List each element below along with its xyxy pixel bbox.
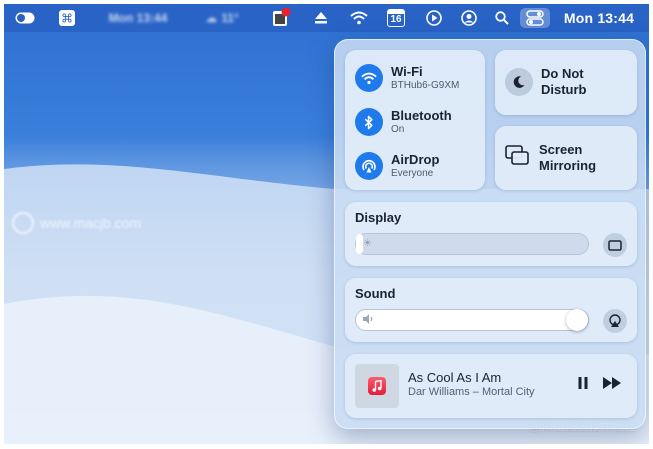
control-center-panel: Wi-Fi BTHub6-G9XM Bluetooth On AirDrop E… bbox=[334, 39, 646, 429]
mirroring-label-line2: Mirroring bbox=[539, 158, 597, 173]
network-tile: Wi-Fi BTHub6-G9XM Bluetooth On AirDrop E… bbox=[345, 50, 485, 190]
sun-icon: ☀ bbox=[363, 238, 372, 249]
airdrop-title: AirDrop bbox=[391, 152, 440, 167]
display-settings-button[interactable] bbox=[603, 233, 627, 257]
bluetooth-status: On bbox=[391, 124, 405, 135]
watermark-text: www.macjb.com bbox=[40, 215, 142, 231]
display-title: Display bbox=[355, 210, 402, 225]
volume-slider[interactable] bbox=[355, 309, 589, 331]
spotlight-search-icon[interactable] bbox=[491, 8, 513, 28]
screen-mirroring-icon bbox=[505, 145, 529, 172]
volume-slider-knob[interactable] bbox=[566, 309, 588, 331]
menu-bar: ⌘ Mon 13:44 ☁ 11° 16 Mon 13:44 bbox=[4, 4, 649, 32]
now-playing-tile: As Cool As I Am Dar Williams – Mortal Ci… bbox=[345, 354, 637, 418]
moon-icon bbox=[505, 68, 533, 96]
weather-menu[interactable]: ☁ 11° bbox=[194, 8, 250, 28]
bluetooth-toggle[interactable]: Bluetooth On bbox=[355, 108, 452, 136]
volume-slider-fill bbox=[356, 310, 582, 330]
menubar-clock[interactable]: Mon 13:44 bbox=[556, 8, 642, 28]
dnd-label-line1: Do Not bbox=[541, 66, 584, 81]
play-circle-icon[interactable] bbox=[423, 8, 445, 28]
dnd-label-line2: Disturb bbox=[541, 82, 587, 97]
sound-title: Sound bbox=[355, 286, 396, 301]
watermark-logo-icon bbox=[12, 212, 34, 234]
watermark: www.macjb.com bbox=[12, 212, 141, 234]
mirroring-label-line1: Screen bbox=[539, 142, 583, 157]
screen-mirroring-tile[interactable]: Screen Mirroring bbox=[495, 126, 637, 190]
bluetooth-icon bbox=[355, 108, 383, 136]
blurred-date-text: Mon 13:44 bbox=[108, 11, 168, 25]
wifi-status-icon[interactable] bbox=[347, 8, 371, 28]
pause-button[interactable] bbox=[577, 376, 589, 390]
wifi-network-name: BTHub6-G9XM bbox=[391, 80, 460, 91]
display-tile: Display ☀ bbox=[345, 202, 637, 266]
airdrop-icon bbox=[355, 152, 383, 180]
bluetooth-title: Bluetooth bbox=[391, 108, 452, 123]
svg-text:⌘: ⌘ bbox=[61, 12, 73, 26]
brightness-slider-fill bbox=[356, 234, 363, 254]
wifi-toggle[interactable]: Wi-Fi BTHub6-G9XM bbox=[355, 64, 459, 92]
cloud-icon: ☁ bbox=[205, 11, 218, 25]
display-icon bbox=[608, 239, 622, 251]
pause-icon bbox=[578, 377, 588, 389]
weather-temperature: 11° bbox=[221, 11, 239, 25]
notification-app-icon[interactable] bbox=[270, 8, 292, 28]
toggle-switch-icon[interactable] bbox=[14, 8, 36, 28]
eject-icon[interactable] bbox=[310, 8, 332, 28]
wifi-icon bbox=[355, 64, 383, 92]
track-artist: Dar Williams – Mortal City bbox=[408, 386, 535, 398]
album-artwork[interactable] bbox=[355, 364, 399, 408]
command-key-icon[interactable]: ⌘ bbox=[56, 8, 78, 28]
track-title: As Cool As I Am bbox=[408, 370, 502, 385]
brightness-slider[interactable]: ☀ bbox=[355, 233, 589, 255]
calendar-day: 16 bbox=[390, 14, 402, 25]
do-not-disturb-tile[interactable]: Do Not Disturb bbox=[495, 50, 637, 115]
airdrop-toggle[interactable]: AirDrop Everyone bbox=[355, 152, 439, 180]
music-note-icon bbox=[368, 377, 386, 395]
airdrop-visibility: Everyone bbox=[391, 168, 434, 179]
audio-output-button[interactable] bbox=[603, 309, 627, 333]
wifi-title: Wi-Fi bbox=[391, 64, 423, 79]
speaker-icon bbox=[363, 314, 375, 327]
airplay-audio-icon bbox=[609, 314, 621, 327]
sound-tile: Sound bbox=[345, 278, 637, 342]
desktop: ⌘ Mon 13:44 ☁ 11° 16 Mon 13:44 www.macjb… bbox=[4, 4, 649, 444]
fast-forward-button[interactable] bbox=[602, 376, 622, 390]
calendar-icon[interactable]: 16 bbox=[385, 8, 407, 28]
user-circle-icon[interactable] bbox=[458, 8, 480, 28]
control-center-icon[interactable] bbox=[520, 8, 550, 28]
fast-forward-icon bbox=[603, 377, 621, 389]
